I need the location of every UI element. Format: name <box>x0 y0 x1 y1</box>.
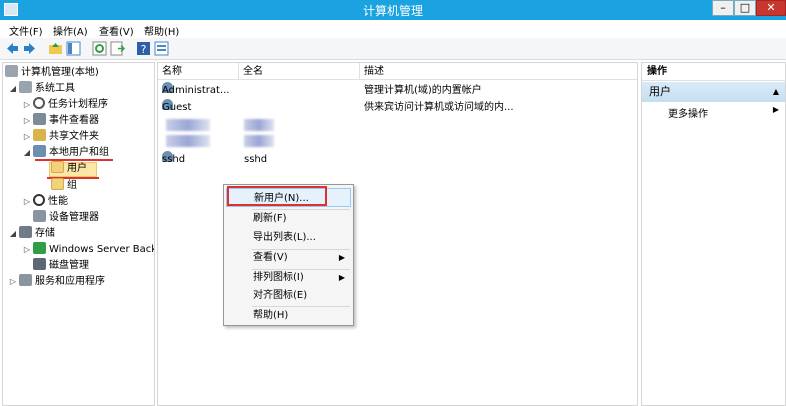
submenu-arrow-icon: ▶ <box>338 273 345 282</box>
services-icon <box>19 274 32 286</box>
maximize-button[interactable]: □ <box>734 0 756 16</box>
tree-event-viewer[interactable]: ▷ 事件查看器 <box>21 113 99 129</box>
tree-groups[interactable]: 组 <box>51 178 77 194</box>
console-tree: 计算机管理(本地) ◢ 系统工具 ▷ 任务计划程序 ▷ 事件查看器 ▷ 共享文件夹 ◢ 本… <box>2 62 155 406</box>
storage-icon <box>19 226 32 238</box>
collapse-caret-icon[interactable]: ▲ <box>773 82 779 102</box>
expand-arrow-icon[interactable]: ▷ <box>21 242 33 258</box>
column-header-description[interactable]: 描述 <box>360 63 637 80</box>
blurred-fullname <box>244 135 274 147</box>
folder-icon <box>51 161 64 173</box>
more-actions-link[interactable]: 更多操作 <box>668 105 708 120</box>
actions-pane: 操作 用户 ▲ 更多操作 ▶ <box>641 62 786 406</box>
blurred-user-icon <box>166 119 210 131</box>
ctx-refresh[interactable]: 刷新(F) <box>226 209 351 228</box>
collapse-arrow-icon[interactable]: ◢ <box>7 226 19 242</box>
menu-help[interactable]: 帮助(H) <box>144 23 179 38</box>
actions-header: 操作 <box>642 63 785 81</box>
tree-windows-server-backup[interactable]: ▷ Windows Server Back <box>21 242 154 258</box>
expand-arrow-icon[interactable]: ▷ <box>21 97 33 113</box>
actions-section-users[interactable]: 用户 ▲ <box>642 82 785 102</box>
disk-icon <box>33 258 46 270</box>
tree-task-scheduler[interactable]: ▷ 任务计划程序 <box>21 97 108 113</box>
ctx-export-list[interactable]: 导出列表(L)... <box>226 228 351 247</box>
close-button[interactable]: ✕ <box>756 0 786 16</box>
table-row[interactable]: Administrat... 管理计算机(域)的内置帐户 <box>158 82 637 99</box>
tree-system-tools[interactable]: ◢ 系统工具 <box>7 81 75 97</box>
expand-arrow-icon[interactable]: ▷ <box>21 113 33 129</box>
ctx-line-up-icons[interactable]: 对齐图标(E) <box>226 286 351 305</box>
backup-icon <box>33 242 46 254</box>
performance-icon <box>33 194 45 206</box>
menu-file[interactable]: 文件(F) <box>9 23 43 38</box>
expand-arrow-icon[interactable]: ▷ <box>7 274 19 290</box>
collapse-arrow-icon[interactable]: ◢ <box>7 81 19 97</box>
tree-users[interactable]: 用户 <box>51 161 87 177</box>
svg-text:?: ? <box>141 43 147 56</box>
properties-icon[interactable] <box>154 41 169 56</box>
refresh-icon[interactable] <box>92 41 107 56</box>
ctx-arrange-icons[interactable]: 排列图标(I) ▶ <box>226 268 351 287</box>
column-header-name[interactable]: 名称 <box>158 63 239 80</box>
clock-icon <box>33 97 45 109</box>
show-hide-tree-icon[interactable] <box>66 41 81 56</box>
expand-arrow-icon[interactable]: ▷ <box>21 194 33 210</box>
menu-action[interactable]: 操作(A) <box>53 23 88 38</box>
share-icon <box>33 129 46 141</box>
tree-disk-management[interactable]: 磁盘管理 <box>33 258 89 274</box>
blurred-username <box>166 135 210 147</box>
tree-device-manager[interactable]: 设备管理器 <box>33 210 99 226</box>
help-icon[interactable]: ? <box>136 41 151 56</box>
submenu-arrow-icon[interactable]: ▶ <box>773 105 779 114</box>
forward-icon[interactable] <box>22 41 37 56</box>
users-icon <box>33 145 46 157</box>
collapse-arrow-icon[interactable]: ◢ <box>21 145 33 161</box>
ctx-view[interactable]: 查看(V) ▶ <box>226 248 351 267</box>
export-icon[interactable] <box>110 41 125 56</box>
menu-view[interactable]: 查看(V) <box>99 23 134 38</box>
expand-arrow-icon[interactable]: ▷ <box>21 129 33 145</box>
red-highlight-box <box>227 186 327 206</box>
device-icon <box>33 210 46 222</box>
computer-icon <box>5 65 18 77</box>
tree-services-apps[interactable]: ▷ 服务和应用程序 <box>7 274 105 290</box>
minimize-button[interactable]: – <box>712 0 734 16</box>
tree-performance[interactable]: ▷ 性能 <box>21 194 68 210</box>
tree-shared-folders[interactable]: ▷ 共享文件夹 <box>21 129 99 145</box>
tools-icon <box>19 81 32 93</box>
toolbar: ? <box>0 38 786 60</box>
back-icon[interactable] <box>5 41 20 56</box>
title-bar: 计算机管理 – □ ✕ <box>0 0 786 20</box>
submenu-arrow-icon: ▶ <box>338 253 345 262</box>
column-header-fullname[interactable]: 全名 <box>239 63 360 80</box>
tree-root[interactable]: 计算机管理(本地) <box>5 65 99 81</box>
tree-storage[interactable]: ◢ 存储 <box>7 226 55 242</box>
blurred-fullname <box>244 119 274 131</box>
ctx-help[interactable]: 帮助(H) <box>226 306 351 325</box>
folder-icon <box>51 178 64 190</box>
event-icon <box>33 113 46 125</box>
menu-bar: 文件(F) 操作(A) 查看(V) 帮助(H) <box>0 20 786 38</box>
window-title: 计算机管理 <box>362 4 423 18</box>
table-row[interactable]: sshd sshd <box>158 151 637 168</box>
table-row[interactable]: Guest 供来宾访问计算机或访问域的内... <box>158 99 637 116</box>
up-folder-icon[interactable] <box>48 41 63 56</box>
